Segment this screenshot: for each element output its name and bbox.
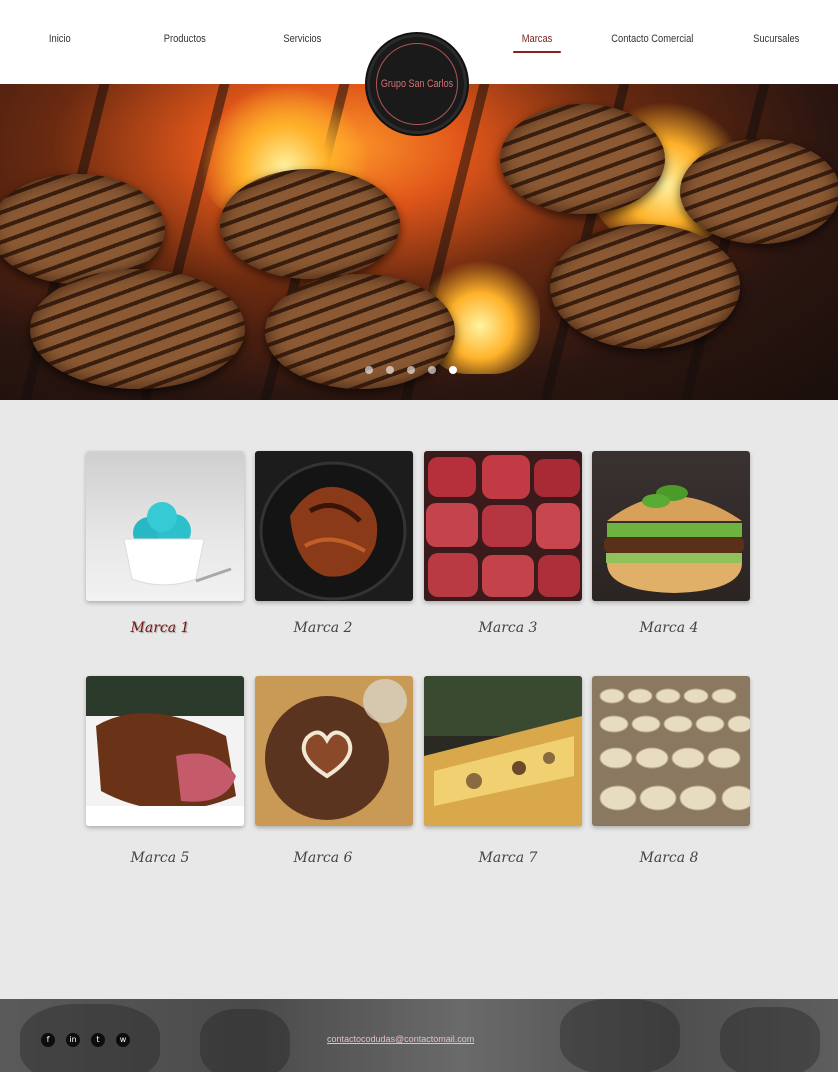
slide-dot[interactable] bbox=[386, 366, 394, 374]
brand-image-cheese-wheels[interactable] bbox=[592, 676, 750, 826]
brand-image-chocolate-cake[interactable] bbox=[255, 676, 413, 826]
brand-label-8[interactable]: Marca 8 bbox=[589, 850, 749, 866]
burger-patty bbox=[0, 174, 165, 284]
ice-cream-illustration bbox=[123, 502, 232, 586]
brand-image-ice-cream[interactable] bbox=[86, 451, 244, 601]
brand-label-2[interactable]: Marca 2 bbox=[243, 620, 403, 636]
brand-image-roast-chicken[interactable] bbox=[255, 451, 413, 601]
roast-chicken-illustration bbox=[259, 461, 407, 601]
burger-patty bbox=[550, 224, 740, 349]
nav-item-sucursales[interactable]: Sucursales bbox=[753, 33, 799, 45]
linkedin-icon[interactable]: in bbox=[66, 1033, 80, 1047]
nav-item-servicios[interactable]: Servicios bbox=[283, 33, 321, 45]
raw-steaks-illustration bbox=[426, 455, 580, 597]
burger-patty bbox=[30, 269, 245, 389]
slide-dot-active[interactable] bbox=[449, 366, 457, 374]
brand-image-roast-beef[interactable] bbox=[86, 676, 244, 826]
brand-label-4[interactable]: Marca 4 bbox=[589, 620, 749, 636]
roast-beef-illustration bbox=[86, 676, 244, 826]
footer-background-shape bbox=[720, 1007, 820, 1072]
brand-image-burger[interactable] bbox=[592, 451, 750, 601]
footer-background-shape bbox=[200, 1009, 290, 1072]
brand-label-3[interactable]: Marca 3 bbox=[428, 620, 588, 636]
nav-item-marcas[interactable]: Marcas bbox=[513, 33, 561, 53]
brand-label-6[interactable]: Marca 6 bbox=[243, 850, 403, 866]
brand-image-raw-steaks[interactable] bbox=[424, 451, 582, 601]
brand-label-5[interactable]: Marca 5 bbox=[80, 850, 240, 866]
twitter-icon[interactable]: t bbox=[91, 1033, 105, 1047]
brand-logo[interactable]: Grupo San Carlos bbox=[367, 34, 467, 134]
chocolate-cake-illustration bbox=[265, 679, 407, 820]
nav-item-productos[interactable]: Productos bbox=[164, 33, 206, 45]
slide-dot[interactable] bbox=[365, 366, 373, 374]
whatsapp-icon[interactable]: w bbox=[116, 1033, 130, 1047]
brand-image-pizza[interactable] bbox=[424, 676, 582, 826]
facebook-icon[interactable]: f bbox=[41, 1033, 55, 1047]
slideshow-pagination bbox=[365, 366, 457, 376]
burger-patty bbox=[500, 104, 665, 214]
nav-item-contacto-comercial[interactable]: Contacto Comercial bbox=[611, 33, 693, 45]
brand-label-7[interactable]: Marca 7 bbox=[428, 850, 588, 866]
cheese-wheels-illustration bbox=[599, 688, 750, 811]
brand-label-1[interactable]: Marca 1 bbox=[80, 620, 240, 636]
pizza-illustration bbox=[424, 676, 582, 826]
burger-patty bbox=[220, 169, 400, 279]
logo-text: Grupo San Carlos bbox=[380, 78, 454, 90]
slide-dot[interactable] bbox=[407, 366, 415, 374]
contact-email-link[interactable]: contactocodudas@contactomail.com bbox=[327, 1034, 474, 1044]
slide-dot[interactable] bbox=[428, 366, 436, 374]
burger-illustration bbox=[604, 485, 744, 593]
site-footer: f in t w contactocodudas@contactomail.co… bbox=[0, 999, 838, 1072]
footer-background-shape bbox=[560, 999, 680, 1072]
burger-patty bbox=[680, 139, 838, 244]
nav-item-inicio[interactable]: Inicio bbox=[49, 33, 71, 45]
